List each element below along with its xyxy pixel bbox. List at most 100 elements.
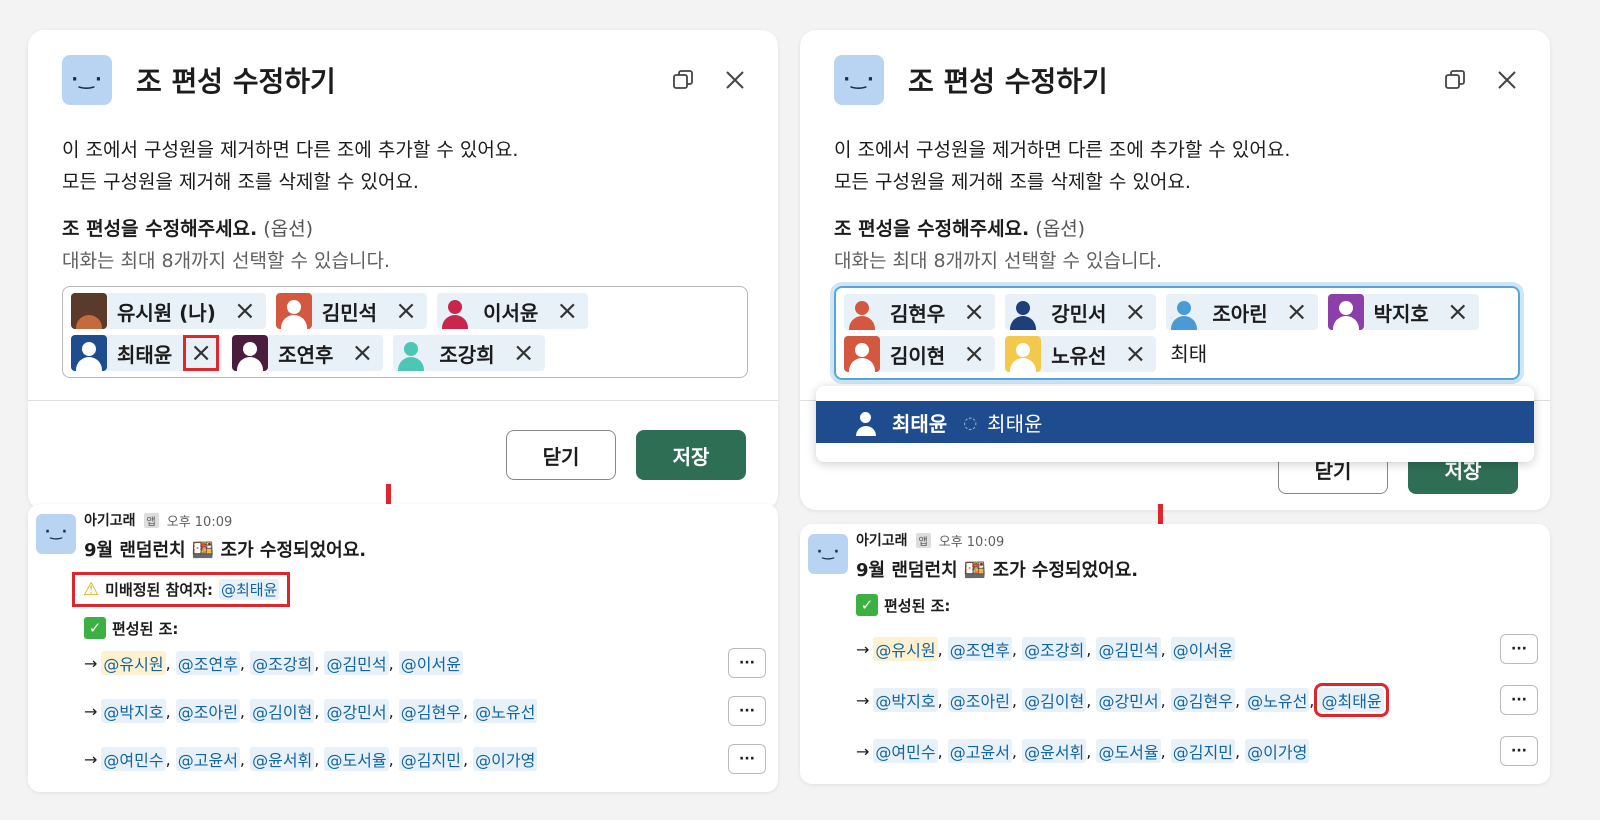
mention[interactable]: @유시원: [873, 637, 938, 661]
edit-group-modal: ·‿· 조 편성 수정하기 이 조에서 구성원을 제거하면 다른 조에 추가할 …: [800, 30, 1550, 510]
remove-icon[interactable]: ×: [1122, 299, 1148, 325]
mention[interactable]: @노유선: [473, 699, 538, 723]
member-multiselect[interactable]: 김현우 × 강민서 × 조아린 × 박지호 × 김이현 × 노유선 × 최태: [834, 286, 1520, 380]
remove-icon[interactable]: ×: [349, 340, 375, 366]
save-button[interactable]: 저장: [636, 430, 746, 480]
mention[interactable]: @여민수: [101, 747, 166, 771]
remove-icon[interactable]: ×: [232, 298, 258, 324]
group-row: → @유시원, @조연후, @조강희, @김민석, @이서윤 ···: [84, 646, 766, 680]
mention[interactable]: @김지민: [398, 747, 463, 771]
mention[interactable]: @강민서: [1096, 688, 1161, 712]
member-chip: 노유선 ×: [1005, 336, 1157, 372]
remove-icon[interactable]: ×: [1122, 341, 1148, 367]
mention[interactable]: @고윤서: [947, 739, 1012, 763]
search-input[interactable]: 최태: [1170, 336, 1207, 372]
group-row: → @박지호, @조아린, @김이현, @강민서, @김현우, @노유선 ···: [84, 694, 766, 728]
mention[interactable]: @여민수: [873, 739, 938, 763]
mention[interactable]: @이서윤: [398, 651, 463, 675]
sender-name[interactable]: 아기고래: [856, 530, 908, 550]
mention[interactable]: @도서율: [324, 747, 389, 771]
mention[interactable]: @강민서: [324, 699, 389, 723]
member-chip: 강민서 ×: [1005, 294, 1157, 330]
popout-icon[interactable]: [1442, 67, 1468, 93]
more-button[interactable]: ···: [728, 648, 766, 678]
mention[interactable]: @이가영: [1245, 739, 1310, 763]
mention[interactable]: @조연후: [947, 637, 1012, 661]
field-hint: 대화는 최대 8개까지 선택할 수 있습니다.: [62, 250, 391, 272]
mention[interactable]: @조강희: [250, 651, 315, 675]
member-chip: 최태윤 ×: [71, 335, 223, 371]
mention[interactable]: @조강희: [1022, 637, 1087, 661]
member-chip: 조아린 ×: [1166, 294, 1318, 330]
more-button[interactable]: ···: [1500, 736, 1538, 766]
mention[interactable]: @조아린: [175, 699, 240, 723]
modal-header: ·‿· 조 편성 수정하기: [62, 52, 748, 108]
close-icon[interactable]: [722, 67, 748, 93]
mention[interactable]: @김현우: [398, 699, 463, 723]
timestamp[interactable]: 오후 10:09: [939, 531, 1005, 550]
left-panel: ·‿· 조 편성 수정하기 이 조에서 구성원을 제거하면 다른 조에 추가할 …: [28, 30, 778, 792]
mention[interactable]: @김지민: [1170, 739, 1235, 763]
whale-avatar-icon: ·‿·: [808, 534, 848, 574]
modal-description: 이 조에서 구성원을 제거하면 다른 조에 추가할 수 있어요. 모든 구성원을…: [834, 139, 1291, 193]
popout-icon[interactable]: [670, 67, 696, 93]
remove-icon[interactable]: ×: [183, 335, 220, 371]
mention[interactable]: @고윤서: [175, 747, 240, 771]
check-icon: ✓: [84, 617, 106, 639]
more-button[interactable]: ···: [728, 744, 766, 774]
app-badge: 앱: [915, 532, 931, 548]
member-chip: 김이현 ×: [844, 336, 996, 372]
mention[interactable]: @도서율: [1096, 739, 1161, 763]
mention[interactable]: @김이현: [250, 699, 315, 723]
remove-icon[interactable]: ×: [961, 299, 987, 325]
suggestion-item[interactable]: 최태윤 ◌ 최태윤: [816, 401, 1534, 443]
arrow-right-icon: →: [84, 749, 98, 769]
mention[interactable]: @최태윤: [1314, 683, 1389, 717]
mention[interactable]: @유시원: [101, 651, 166, 675]
member-multiselect[interactable]: 유시원 (나) × 김민석 × 이서윤 × 최태윤 × 조연후 × 조강희 ×: [62, 286, 748, 378]
bot-message: ·‿· 아기고래 앱 오후 10:09 9월 랜덤런치 🍱 조가 수정되었어요.…: [800, 524, 1550, 784]
warning-icon: ⚠: [83, 579, 100, 600]
whale-avatar-icon: ·‿·: [62, 55, 112, 105]
remove-icon[interactable]: ×: [393, 298, 419, 324]
member-chip: 박지호 ×: [1327, 294, 1479, 330]
remove-icon[interactable]: ×: [554, 298, 580, 324]
more-button[interactable]: ···: [728, 696, 766, 726]
sender-name[interactable]: 아기고래: [84, 510, 136, 530]
mention[interactable]: @조연후: [175, 651, 240, 675]
remove-icon[interactable]: ×: [1445, 299, 1471, 325]
mention[interactable]: @김민석: [324, 651, 389, 675]
mention[interactable]: @김현우: [1170, 688, 1235, 712]
field-hint: 대화는 최대 8개까지 선택할 수 있습니다.: [834, 250, 1163, 272]
avatar: [844, 336, 880, 372]
more-button[interactable]: ···: [1500, 685, 1538, 715]
timestamp[interactable]: 오후 10:09: [167, 511, 233, 530]
mention[interactable]: @박지호: [101, 699, 166, 723]
remove-icon[interactable]: ×: [511, 340, 537, 366]
close-icon[interactable]: [1494, 67, 1520, 93]
more-button[interactable]: ···: [1500, 634, 1538, 664]
mention[interactable]: @최태윤: [218, 579, 280, 600]
mention[interactable]: @김이현: [1022, 688, 1087, 712]
modal-title: 조 편성 수정하기: [908, 65, 1108, 98]
mention[interactable]: @조아린: [947, 688, 1012, 712]
avatar: [275, 293, 312, 329]
remove-icon[interactable]: ×: [1284, 299, 1310, 325]
status-icon: ◌: [963, 412, 978, 432]
modal-description: 이 조에서 구성원을 제거하면 다른 조에 추가할 수 있어요. 모든 구성원을…: [62, 139, 519, 193]
avatar: [393, 335, 430, 371]
member-chip: 이서윤 ×: [437, 293, 589, 329]
close-button[interactable]: 닫기: [506, 430, 616, 480]
modal-title: 조 편성 수정하기: [136, 65, 336, 98]
remove-icon[interactable]: ×: [961, 341, 987, 367]
arrow-right-icon: →: [856, 741, 870, 761]
mention[interactable]: @이가영: [473, 747, 538, 771]
mention[interactable]: @윤서휘: [1022, 739, 1087, 763]
mention[interactable]: @이서윤: [1170, 637, 1235, 661]
mention[interactable]: @박지호: [873, 688, 938, 712]
mention[interactable]: @노유선: [1245, 688, 1310, 712]
message-title: 9월 랜덤런치 🍱 조가 수정되었어요.: [84, 540, 367, 561]
arrow-right-icon: →: [84, 653, 98, 673]
mention[interactable]: @김민석: [1096, 637, 1161, 661]
mention[interactable]: @윤서휘: [250, 747, 315, 771]
